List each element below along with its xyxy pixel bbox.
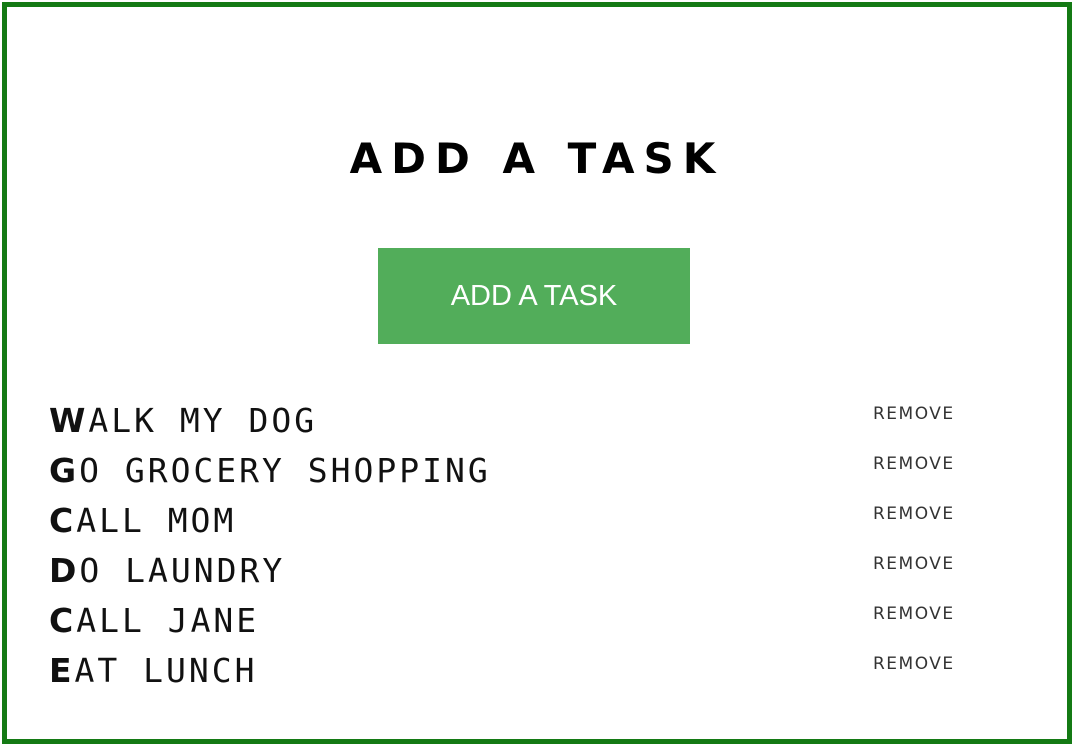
task-row: GO GROCERY SHOPPING REMOVE — [49, 447, 969, 497]
task-initial: C — [49, 601, 77, 640]
task-initial: E — [49, 651, 75, 690]
task-text: ALK MY DOG — [88, 401, 318, 440]
remove-button[interactable]: REMOVE — [873, 653, 955, 675]
task-list: WALK MY DOG REMOVE GO GROCERY SHOPPING R… — [49, 397, 969, 697]
task-row: EAT LUNCH REMOVE — [49, 647, 969, 697]
task-row: CALL JANE REMOVE — [49, 597, 969, 647]
remove-button[interactable]: REMOVE — [873, 603, 955, 625]
task-label: WALK MY DOG — [49, 399, 317, 443]
task-text: O GROCERY SHOPPING — [79, 451, 491, 490]
task-text: ALL J — [76, 601, 191, 640]
task-initial: D — [49, 551, 80, 590]
app-frame: ADD A TASK ADD A TASK WALK MY DOG REMOVE… — [2, 2, 1072, 744]
task-initial: G — [49, 451, 80, 490]
task-label: GO GROCERY SHOPPING — [49, 449, 491, 493]
add-task-button[interactable]: ADD A TASK — [378, 248, 690, 344]
task-initial: C — [49, 501, 77, 540]
task-text-tail: ANE — [190, 601, 260, 640]
task-text: AT LUNCH — [74, 651, 258, 690]
task-label: DO LAUNDRY — [49, 549, 285, 593]
task-row: WALK MY DOG REMOVE — [49, 397, 969, 447]
task-text: ALL MOM — [76, 501, 237, 540]
task-label: CALL JANE — [49, 599, 259, 643]
task-label: CALL MOM — [49, 499, 236, 543]
task-row: CALL MOM REMOVE — [49, 497, 969, 547]
task-text: O LAUNDRY — [79, 551, 286, 590]
remove-button[interactable]: REMOVE — [873, 503, 955, 525]
remove-button[interactable]: REMOVE — [873, 553, 955, 575]
remove-button[interactable]: REMOVE — [873, 403, 955, 425]
remove-button[interactable]: REMOVE — [873, 453, 955, 475]
task-initial: W — [49, 401, 89, 440]
page-title: ADD A TASK — [349, 134, 725, 184]
task-row: DO LAUNDRY REMOVE — [49, 547, 969, 597]
task-label: EAT LUNCH — [49, 649, 258, 693]
